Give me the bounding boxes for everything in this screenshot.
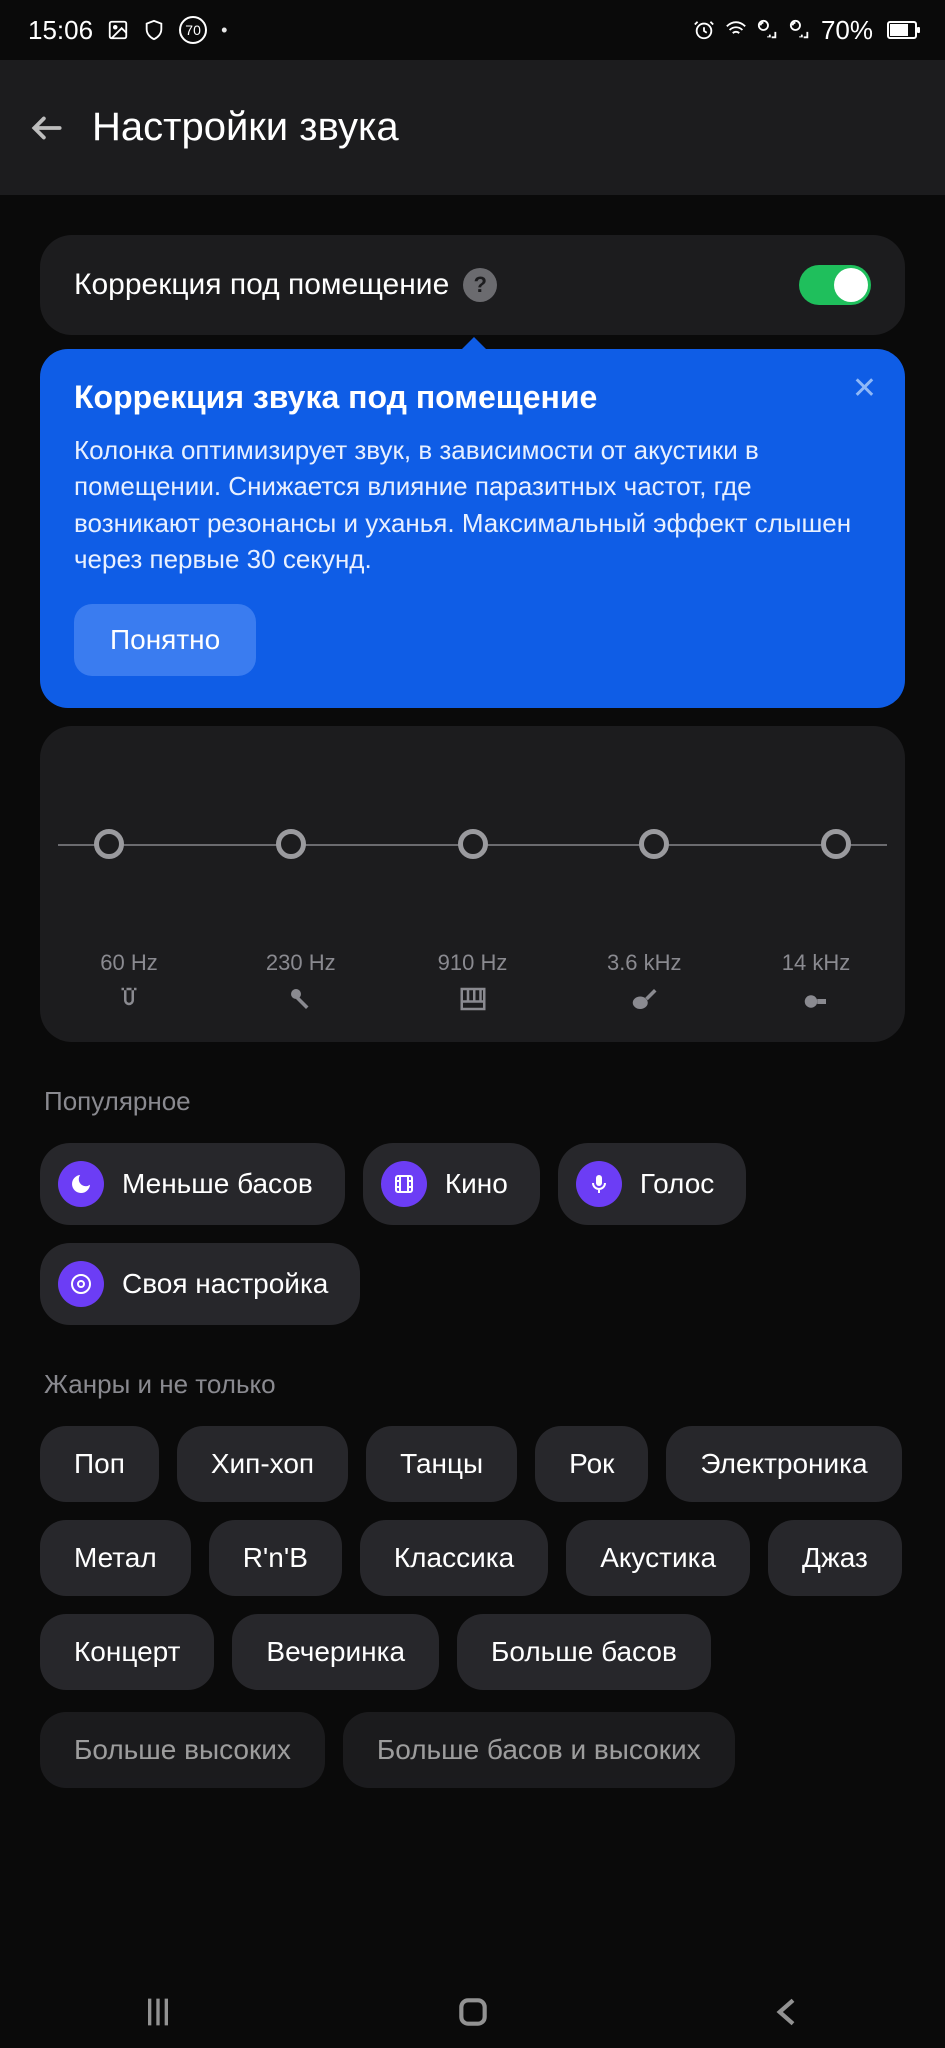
sim1-icon — [757, 19, 779, 41]
room-correction-card: Коррекция под помещение ? — [40, 235, 905, 335]
film-icon — [381, 1161, 427, 1207]
genre-jazz[interactable]: Джаз — [768, 1520, 902, 1596]
battery-pct: 70% — [821, 15, 873, 46]
eq-freq-label: 910 Hz — [438, 950, 508, 976]
disc-icon — [58, 1261, 104, 1307]
tooltip: ✕ Коррекция звука под помещение Колонка … — [40, 349, 905, 708]
tooltip-title: Коррекция звука под помещение — [74, 379, 871, 416]
back-arrow-icon[interactable] — [28, 109, 66, 147]
eq-band: 14 kHz — [771, 950, 861, 1014]
genre-hiphop[interactable]: Хип-хоп — [177, 1426, 348, 1502]
genre-party[interactable]: Вечеринка — [232, 1614, 439, 1690]
status-left: 15:06 70 • — [28, 15, 227, 46]
eq-thumb-14khz[interactable] — [821, 829, 851, 859]
close-icon[interactable]: ✕ — [852, 371, 877, 406]
whistle-icon — [801, 984, 831, 1014]
help-icon[interactable]: ? — [463, 268, 497, 302]
bottom-row: Больше высоких Больше басов и высоких — [40, 1712, 905, 1788]
room-correction-label: Коррекция под помещение — [74, 268, 449, 302]
alarm-icon — [693, 19, 715, 41]
eq-band: 60 Hz — [84, 950, 174, 1014]
status-badge: 70 — [179, 16, 207, 44]
equalizer: 60 Hz 230 Hz 910 Hz 3.6 kHz 14 kHz — [40, 726, 905, 1042]
genre-rock[interactable]: Рок — [535, 1426, 648, 1502]
mic2-icon — [576, 1161, 622, 1207]
preset-less-bass[interactable]: Меньше басов — [40, 1143, 345, 1225]
android-nav — [0, 1976, 945, 2048]
nav-recents-icon[interactable] — [138, 1992, 178, 2032]
chip-label: Меньше басов — [122, 1168, 313, 1200]
tooltip-body: Колонка оптимизирует звук, в зависимости… — [74, 432, 871, 578]
eq-band: 230 Hz — [256, 950, 346, 1014]
shield-icon — [143, 19, 165, 41]
genre-pop[interactable]: Поп — [40, 1426, 159, 1502]
guitar-icon — [629, 984, 659, 1014]
sim2-icon — [789, 19, 811, 41]
preset-cinema[interactable]: Кино — [363, 1143, 540, 1225]
nav-back-icon[interactable] — [768, 1992, 808, 2032]
genre-metal[interactable]: Метал — [40, 1520, 191, 1596]
chip-label: Своя настройка — [122, 1268, 328, 1300]
eq-freq-label: 3.6 kHz — [607, 950, 682, 976]
genre-classic[interactable]: Классика — [360, 1520, 548, 1596]
preset-more-highs[interactable]: Больше высоких — [40, 1712, 325, 1788]
moon-icon — [58, 1161, 104, 1207]
room-correction-toggle[interactable] — [799, 265, 871, 305]
eq-thumb-60hz[interactable] — [94, 829, 124, 859]
preset-more-bass-highs[interactable]: Больше басов и высоких — [343, 1712, 735, 1788]
header: Настройки звука — [0, 60, 945, 195]
tooltip-ok-button[interactable]: Понятно — [74, 604, 256, 676]
nav-home-icon[interactable] — [453, 1992, 493, 2032]
popular-chips: Меньше басов Кино Голос Своя настройка — [40, 1143, 905, 1325]
battery-icon — [887, 21, 917, 39]
image-icon — [107, 19, 129, 41]
mic-icon — [286, 984, 316, 1014]
status-right: 70% — [693, 15, 917, 46]
chip-label: Голос — [640, 1168, 714, 1200]
preset-voice[interactable]: Голос — [558, 1143, 746, 1225]
wifi-icon — [725, 19, 747, 41]
genre-concert[interactable]: Концерт — [40, 1614, 214, 1690]
eq-band: 910 Hz — [428, 950, 518, 1014]
genre-dance[interactable]: Танцы — [366, 1426, 517, 1502]
genres-title: Жанры и не только — [44, 1369, 905, 1400]
genre-chips: Поп Хип-хоп Танцы Рок Электроника Метал … — [40, 1426, 905, 1690]
genre-rnb[interactable]: R'n'B — [209, 1520, 342, 1596]
genre-morebass[interactable]: Больше басов — [457, 1614, 711, 1690]
status-bar: 15:06 70 • 70% — [0, 0, 945, 60]
eq-thumb-3.6khz[interactable] — [639, 829, 669, 859]
preset-custom[interactable]: Своя настройка — [40, 1243, 360, 1325]
genre-acoustic[interactable]: Акустика — [566, 1520, 750, 1596]
piano-icon — [458, 984, 488, 1014]
tuba-icon — [114, 984, 144, 1014]
eq-band: 3.6 kHz — [599, 950, 689, 1014]
eq-freq-label: 60 Hz — [100, 950, 157, 976]
eq-thumb-230hz[interactable] — [276, 829, 306, 859]
eq-freq-label: 14 kHz — [782, 950, 850, 976]
chip-label: Кино — [445, 1168, 508, 1200]
genre-electronic[interactable]: Электроника — [666, 1426, 901, 1502]
status-time: 15:06 — [28, 15, 93, 46]
page-title: Настройки звука — [92, 105, 399, 150]
dot-icon: • — [221, 20, 227, 41]
popular-title: Популярное — [44, 1086, 905, 1117]
eq-thumb-910hz[interactable] — [458, 829, 488, 859]
eq-freq-label: 230 Hz — [266, 950, 336, 976]
